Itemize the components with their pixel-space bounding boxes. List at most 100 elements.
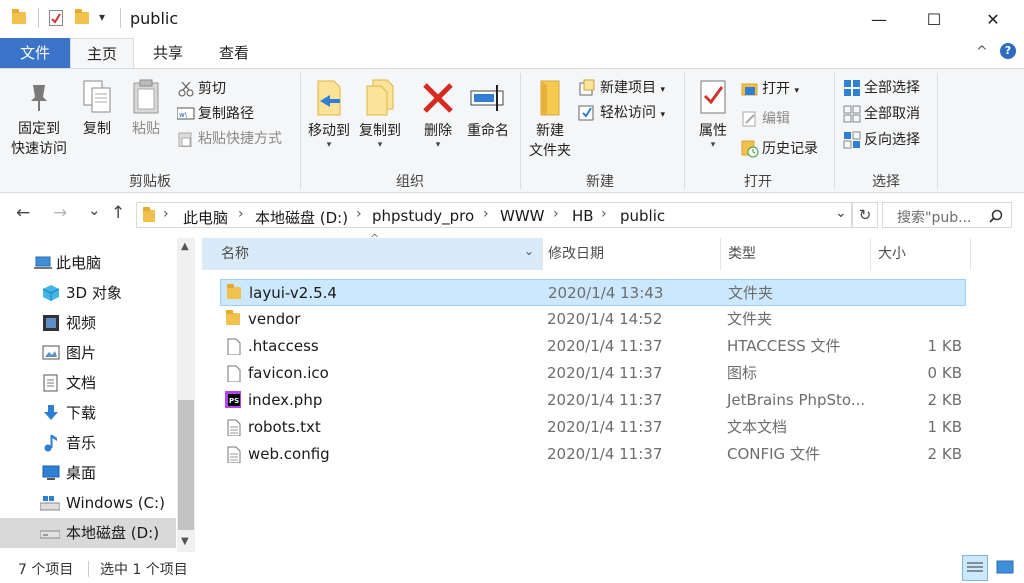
file-row[interactable]: PS index.php 2020/1/4 11:37 JetBrains Ph… — [220, 387, 966, 414]
properties-button[interactable]: 属性 ▾ — [690, 79, 736, 150]
nav-item-videos[interactable]: 视频 — [0, 308, 176, 338]
select-all-button[interactable]: 全部选择 — [842, 76, 920, 100]
rename-icon — [470, 85, 504, 111]
maximize-icon: ☐ — [926, 9, 942, 29]
nav-item-music[interactable]: 音乐 — [0, 428, 176, 458]
properties-icon[interactable] — [49, 10, 63, 26]
maximize-button[interactable]: ☐ — [911, 0, 957, 38]
select-none-button[interactable]: 全部取消 — [842, 102, 920, 126]
paste-shortcut-button[interactable]: 粘贴快捷方式 — [176, 127, 282, 151]
quick-access-dropdown[interactable]: ▾ — [99, 10, 105, 24]
scroll-up-icon[interactable]: ▲ — [181, 241, 189, 252]
paste-button[interactable]: 粘贴 — [124, 79, 168, 139]
edit-icon — [742, 111, 756, 127]
nav-item-desktop[interactable]: 桌面 — [0, 458, 176, 488]
file-row[interactable]: vendor 2020/1/4 14:52 文件夹 — [220, 306, 966, 333]
breadcrumb-hb[interactable]: HB — [572, 207, 594, 225]
downloads-icon — [44, 405, 58, 420]
back-button[interactable]: ← — [16, 203, 30, 223]
new-folder-button[interactable]: 新建 文件夹 — [526, 79, 574, 161]
new-folder-icon — [540, 80, 560, 116]
up-button[interactable]: ↑ — [111, 203, 125, 223]
minimize-button[interactable]: — — [856, 0, 902, 38]
breadcrumb-local-disk[interactable]: 本地磁盘 (D:) — [255, 207, 348, 228]
edit-button[interactable]: 编辑 — [740, 107, 790, 131]
divider — [970, 238, 971, 270]
rename-button[interactable]: 重命名 — [462, 79, 514, 141]
ribbon: 固定到 快速访问 复制 粘贴 剪切 w\ 复制路径 粘贴快捷方式 剪贴板 移动到… — [0, 68, 1024, 193]
file-icon — [227, 338, 241, 355]
easy-access-button[interactable]: 轻松访问 ▾ — [578, 101, 665, 125]
nav-item-documents[interactable]: 文档 — [0, 368, 176, 398]
address-dropdown-icon[interactable]: ⌄ — [835, 205, 847, 221]
column-header-date[interactable]: 修改日期 — [548, 238, 604, 270]
delete-button[interactable]: 删除 ▾ — [418, 79, 458, 150]
breadcrumb-www[interactable]: WWW — [500, 207, 545, 225]
tab-home[interactable]: 主页 — [70, 38, 134, 69]
copy-to-button[interactable]: 复制到 ▾ — [356, 79, 404, 150]
cut-button[interactable]: 剪切 — [176, 77, 226, 101]
copy-path-button[interactable]: w\ 复制路径 — [176, 102, 254, 126]
divider — [542, 238, 543, 270]
new-item-icon — [579, 79, 595, 96]
navigation-pane: 此电脑 3D 对象 视频 图片 文档 下载 音乐 桌面 Windows (C:)… — [0, 238, 176, 554]
file-row[interactable]: robots.txt 2020/1/4 11:37 文本文档 1 KB — [220, 414, 966, 441]
details-view-button[interactable] — [962, 555, 988, 581]
close-button[interactable]: ✕ — [970, 0, 1016, 38]
address-bar[interactable]: › 此电脑 › 本地磁盘 (D:) › phpstudy_pro › WWW ›… — [136, 202, 852, 228]
file-row[interactable]: web.config 2020/1/4 11:37 CONFIG 文件 2 KB — [220, 441, 966, 468]
column-header-type[interactable]: 类型 — [728, 238, 756, 270]
breadcrumb-public[interactable]: public — [620, 207, 665, 225]
nav-item-3d-objects[interactable]: 3D 对象 — [0, 278, 176, 308]
forward-button[interactable]: → — [53, 203, 67, 223]
desktop-icon — [42, 465, 60, 480]
file-row[interactable]: layui-v2.5.4 2020/1/4 13:43 文件夹 — [220, 279, 966, 306]
breadcrumb-this-pc[interactable]: 此电脑 — [183, 207, 228, 228]
chevron-down-icon: ▾ — [710, 140, 716, 150]
tab-view[interactable]: 查看 — [206, 38, 262, 68]
history-icon — [741, 140, 759, 158]
3d-objects-icon — [42, 285, 60, 301]
copy-to-icon — [366, 79, 394, 116]
navigation-scrollbar[interactable]: ▲ ▼ — [177, 238, 195, 552]
organize-group-label: 组织 — [396, 174, 424, 190]
nav-item-windows-c[interactable]: Windows (C:) — [0, 488, 176, 518]
column-header-size[interactable]: 大小 — [878, 238, 906, 270]
scroll-down-icon[interactable]: ▼ — [181, 536, 189, 547]
invert-selection-button[interactable]: 反向选择 — [842, 128, 920, 152]
new-item-button[interactable]: 新建项目 ▾ — [578, 76, 665, 100]
chevron-down-icon: ▾ — [435, 140, 441, 150]
scrollbar-thumb[interactable] — [178, 400, 194, 530]
nav-item-pictures[interactable]: 图片 — [0, 338, 176, 368]
history-button[interactable]: 历史记录 — [740, 137, 818, 161]
config-file-icon — [227, 446, 241, 463]
copy-button[interactable]: 复制 — [76, 79, 118, 139]
chevron-down-icon[interactable]: ⌄ — [524, 244, 534, 258]
collapse-ribbon-icon[interactable]: ^ — [976, 44, 988, 60]
file-row[interactable]: favicon.ico 2020/1/4 11:37 图标 0 KB — [220, 360, 966, 387]
search-placeholder: 搜索"pub... — [897, 210, 972, 226]
nav-item-this-pc[interactable]: 此电脑 — [0, 248, 176, 278]
nav-item-local-disk-d[interactable]: 本地磁盘 (D:) — [0, 518, 176, 548]
help-icon[interactable]: ? — [1000, 43, 1016, 59]
easy-access-icon — [578, 105, 594, 121]
divider — [520, 73, 521, 189]
folder-icon[interactable] — [12, 9, 26, 24]
new-folder-icon[interactable] — [75, 9, 89, 24]
delete-icon — [423, 83, 453, 113]
breadcrumb-phpstudy[interactable]: phpstudy_pro — [372, 207, 474, 225]
tab-file[interactable]: 文件 — [0, 38, 70, 68]
file-row[interactable]: .htaccess 2020/1/4 11:37 HTACCESS 文件 1 K… — [220, 333, 966, 360]
close-icon: ✕ — [986, 9, 1000, 29]
pin-quick-access-button[interactable]: 固定到 快速访问 — [6, 79, 72, 159]
move-to-button[interactable]: 移动到 ▾ — [306, 79, 352, 150]
open-group-label: 打开 — [744, 174, 772, 190]
column-header-name[interactable]: 名称 — [221, 238, 249, 270]
tab-share[interactable]: 共享 — [140, 38, 196, 68]
search-input[interactable]: 搜索"pub... — [882, 202, 1012, 228]
recent-locations-button[interactable]: ⌄ — [88, 201, 101, 219]
large-icons-view-button[interactable] — [992, 555, 1018, 581]
nav-item-downloads[interactable]: 下载 — [0, 398, 176, 428]
open-button[interactable]: 打开 ▾ — [740, 77, 799, 101]
refresh-button[interactable]: ↻ — [852, 202, 878, 228]
